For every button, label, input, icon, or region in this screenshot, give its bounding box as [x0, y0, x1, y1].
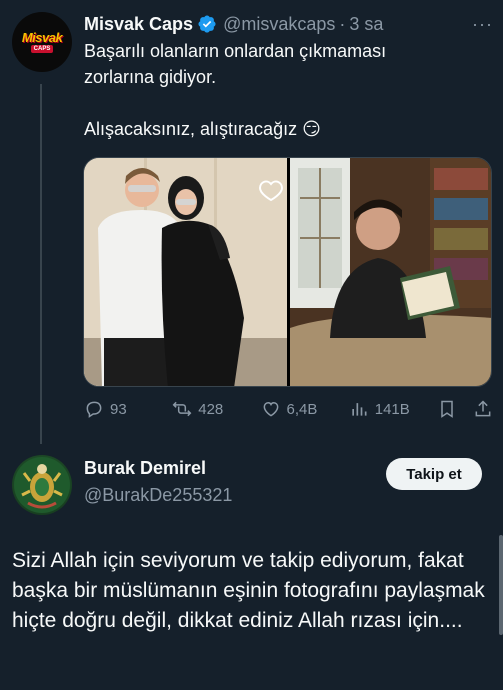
- reply-text: Sizi Allah için seviyorum ve takip ediyo…: [12, 549, 485, 632]
- right-photo[interactable]: [290, 158, 491, 386]
- like-count: 6,4B: [286, 400, 318, 418]
- left-photo[interactable]: [84, 158, 287, 386]
- retweet-count: 428: [198, 400, 224, 418]
- reply-button[interactable]: 93: [84, 399, 172, 419]
- verified-badge-icon: [197, 14, 217, 34]
- views-chart-icon: [352, 403, 367, 416]
- tweet-text: Başarılı olanların onlardan çıkmaması zo…: [84, 38, 489, 142]
- scrollbar[interactable]: [499, 535, 503, 635]
- more-options-icon[interactable]: ···: [472, 14, 493, 35]
- right-photo-illustration: [290, 158, 491, 386]
- reply-count: 93: [110, 400, 127, 418]
- author-handle[interactable]: @misvakcaps: [223, 14, 335, 35]
- timestamp[interactable]: 3 sa: [349, 14, 383, 35]
- avatar[interactable]: Misvak CAPS: [12, 12, 72, 72]
- retweet-button[interactable]: 428: [172, 399, 260, 419]
- share-icon[interactable]: [473, 399, 493, 419]
- reply-author-handle[interactable]: @BurakDe255321: [84, 485, 232, 506]
- views-button[interactable]: 141B: [349, 399, 437, 419]
- retweet-icon: [172, 401, 192, 417]
- avatar-logo-text: Misvak: [21, 29, 63, 45]
- separator-dot: ·: [339, 13, 346, 34]
- heart-icon: [263, 401, 278, 417]
- avatar[interactable]: [12, 455, 72, 515]
- tweet-text-line: Alışacaksınız, alıştıracağız 😏: [84, 119, 321, 139]
- tweet-text-line: zorlarına gidiyor.: [84, 67, 217, 87]
- left-photo-illustration: [84, 158, 287, 386]
- avatar-logo-subtext: CAPS: [30, 44, 54, 53]
- thread-connector-line: [40, 84, 42, 444]
- tweet-media[interactable]: [83, 157, 492, 387]
- tweet-text-line: Başarılı olanların onlardan çıkmaması: [84, 41, 387, 61]
- bookmark-icon[interactable]: [437, 399, 457, 419]
- tweet-header: Misvak Caps @misvakcaps · 3 sa ···: [84, 12, 493, 36]
- follow-button[interactable]: Takip et: [386, 458, 482, 490]
- like-button[interactable]: 6,4B: [261, 399, 349, 419]
- views-count: 141B: [374, 400, 410, 418]
- reply-icon: [86, 401, 102, 418]
- author-name[interactable]: Misvak Caps: [84, 14, 193, 35]
- ottoman-coat-of-arms-avatar-icon: [14, 457, 70, 513]
- tweet-actions: 93 428 6,4B 141B: [84, 396, 493, 422]
- reply-author-name[interactable]: Burak Demirel: [84, 458, 206, 479]
